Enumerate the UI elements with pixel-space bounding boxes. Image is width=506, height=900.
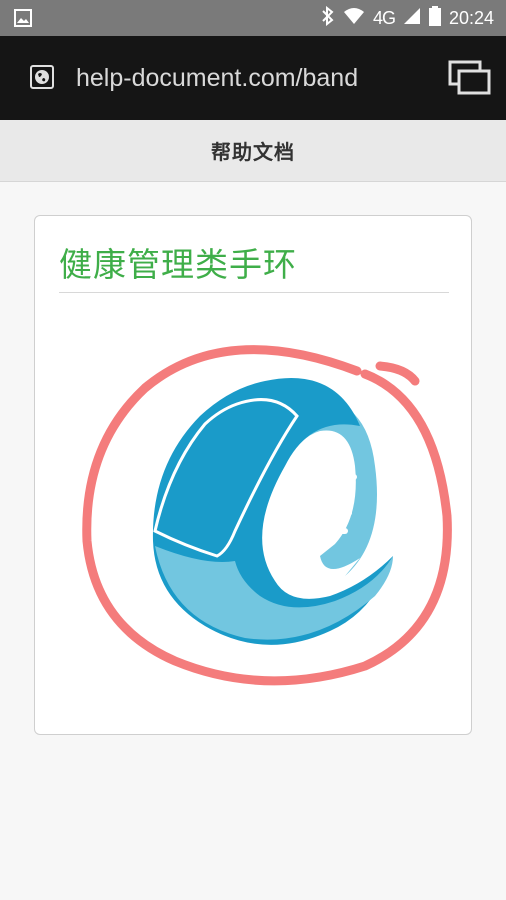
tabs-icon[interactable] (448, 60, 492, 100)
network-type-label: 4G (372, 7, 396, 28)
page-header: 帮助文档 (0, 120, 506, 182)
clock: 20:24 (448, 7, 494, 28)
bluetooth-icon (321, 5, 335, 30)
card-heading: 健康管理类手环 (59, 245, 297, 284)
wristband-illustration (75, 326, 455, 700)
signal-icon (403, 7, 421, 29)
browser-toolbar: help-document.com/band (0, 36, 506, 120)
image-notification-icon (14, 9, 32, 31)
globe-icon[interactable] (30, 65, 54, 93)
url-field[interactable]: help-document.com/band (76, 36, 358, 120)
wifi-icon (343, 7, 365, 29)
battery-icon (428, 6, 441, 30)
product-card: 健康管理类手环 (34, 215, 472, 735)
status-bar: 4G 20:24 (0, 0, 506, 36)
divider (59, 292, 449, 293)
page-title: 帮助文档 (211, 140, 295, 164)
